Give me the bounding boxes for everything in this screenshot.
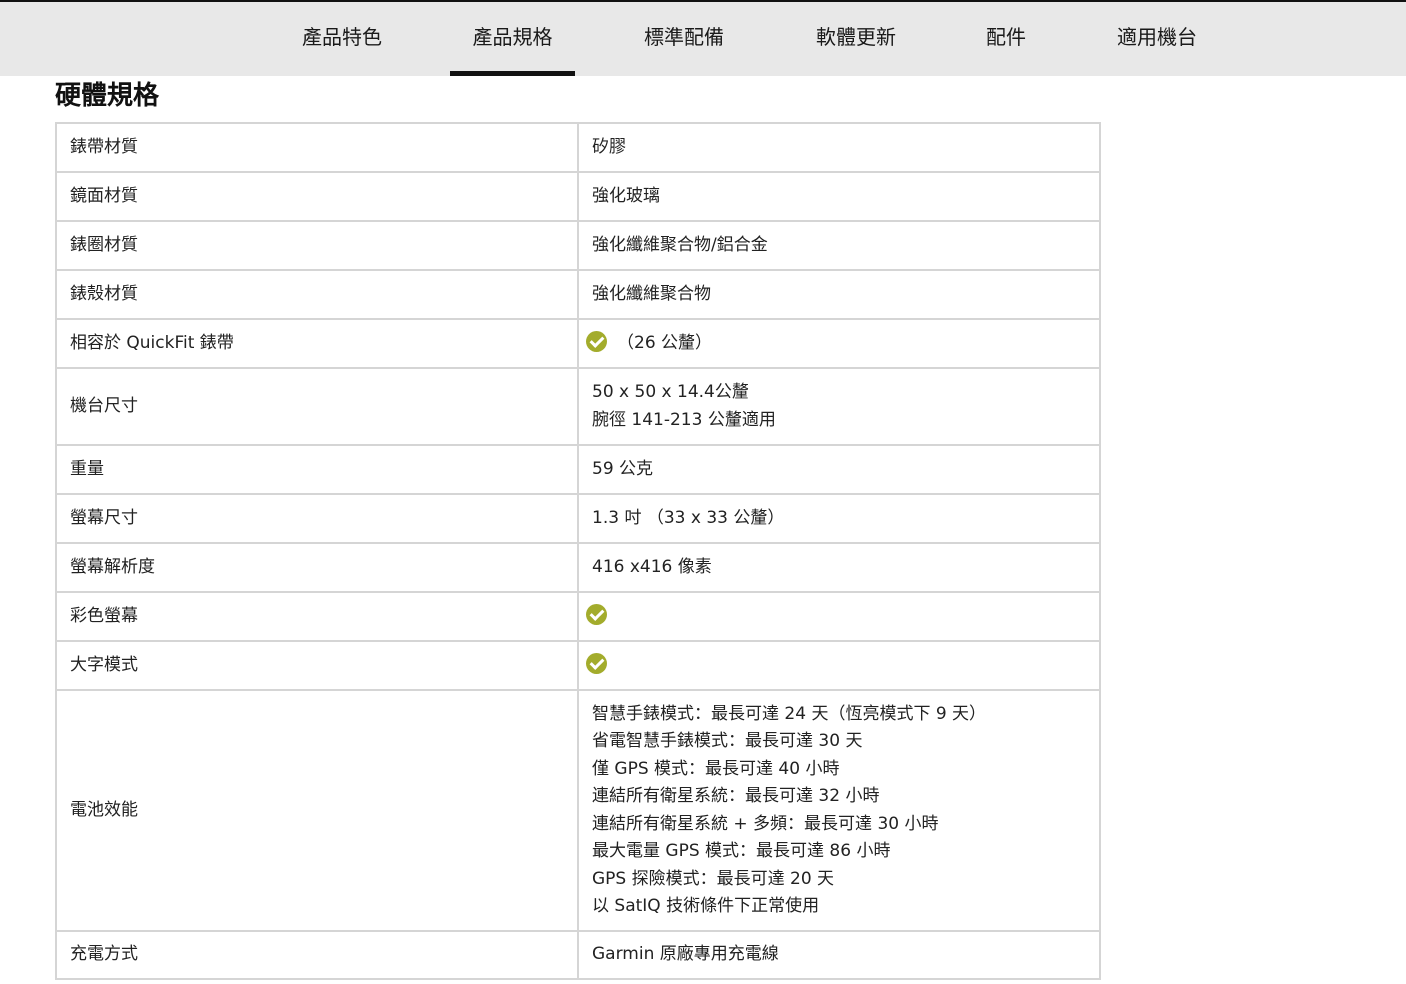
spec-value: Garmin 原廠專用充電線	[577, 930, 1101, 980]
spec-value: （26 公釐）	[577, 318, 1101, 369]
spec-label: 螢幕尺寸	[55, 493, 579, 544]
spec-row-quickfit: 相容於 QuickFit 錶帶 （26 公釐）	[55, 318, 1101, 369]
spec-value: 1.3 吋 （33 x 33 公釐）	[577, 493, 1101, 544]
spec-value-text: （26 公釐）	[617, 332, 713, 353]
spec-row-lens-material: 鏡面材質 強化玻璃	[55, 171, 1101, 222]
spec-label: 充電方式	[55, 930, 579, 980]
spec-row-strap-material: 錶帶材質 矽膠	[55, 122, 1101, 173]
spec-row-case-material: 錶殼材質 強化纖維聚合物	[55, 269, 1101, 320]
tab-compatible-devices[interactable]: 適用機台	[1105, 2, 1209, 76]
spec-label: 錶殼材質	[55, 269, 579, 320]
check-icon	[586, 652, 607, 674]
spec-row-charging: 充電方式 Garmin 原廠專用充電線	[55, 930, 1101, 980]
spec-value: 強化玻璃	[577, 171, 1101, 222]
spec-row-display-size: 螢幕尺寸 1.3 吋 （33 x 33 公釐）	[55, 493, 1101, 544]
spec-value	[577, 640, 1101, 691]
tab-specifications[interactable]: 產品規格	[450, 2, 575, 76]
tab-software-updates[interactable]: 軟體更新	[804, 2, 908, 76]
tab-accessories[interactable]: 配件	[976, 2, 1036, 76]
spec-row-bezel-material: 錶圈材質 強化纖維聚合物/鋁合金	[55, 220, 1101, 271]
spec-label: 重量	[55, 444, 579, 495]
tab-in-the-box[interactable]: 標準配備	[632, 2, 736, 76]
spec-row-display-resolution: 螢幕解析度 416 x416 像素	[55, 542, 1101, 593]
spec-value	[577, 591, 1101, 642]
tab-features[interactable]: 產品特色	[290, 2, 394, 76]
spec-label: 彩色螢幕	[55, 591, 579, 642]
spec-value: 強化纖維聚合物/鋁合金	[577, 220, 1101, 271]
spec-value-line: 最大電量 GPS 模式：最長可達 86 小時	[592, 841, 891, 861]
spec-value: 強化纖維聚合物	[577, 269, 1101, 320]
spec-value-line: GPS 探險模式：最長可達 20 天	[592, 868, 835, 889]
spec-label: 鏡面材質	[55, 171, 579, 222]
spec-label: 螢幕解析度	[55, 542, 579, 593]
spec-label: 電池效能	[55, 689, 579, 932]
spec-label: 相容於 QuickFit 錶帶	[55, 318, 579, 369]
spec-value-line: 僅 GPS 模式：最長可達 40 小時	[592, 758, 840, 779]
spec-value-line: 以 SatIQ 技術條件下正常使用	[592, 896, 820, 916]
spec-value-line: 腕徑 141-213 公釐適用	[592, 409, 776, 430]
spec-label: 大字模式	[55, 640, 579, 691]
spec-value: 59 公克	[577, 444, 1101, 495]
spec-value-line: 智慧手錶模式：最長可達 24 天（恆亮模式下 9 天）	[592, 703, 987, 724]
spec-row-dimensions: 機台尺寸 50 x 50 x 14.4公釐 腕徑 141-213 公釐適用	[55, 367, 1101, 446]
spec-value: 智慧手錶模式：最長可達 24 天（恆亮模式下 9 天） 省電智慧手錶模式：最長可…	[577, 689, 1101, 932]
spec-value-line: 連結所有衛星系統：最長可達 32 小時	[592, 786, 880, 806]
spec-row-battery-life: 電池效能 智慧手錶模式：最長可達 24 天（恆亮模式下 9 天） 省電智慧手錶模…	[55, 689, 1101, 932]
product-tab-bar: 產品特色 產品規格 標準配備 軟體更新 配件 適用機台	[0, 0, 1406, 76]
spec-value-line: 連結所有衛星系統 + 多頻：最長可達 30 小時	[592, 813, 939, 834]
spec-value-line: 省電智慧手錶模式：最長可達 30 天	[592, 731, 863, 751]
check-icon	[586, 330, 607, 352]
spec-row-weight: 重量 59 公克	[55, 444, 1101, 495]
check-icon	[586, 603, 607, 625]
spec-label: 錶帶材質	[55, 122, 579, 173]
spec-row-color-display: 彩色螢幕	[55, 591, 1101, 642]
section-title: 硬體規格	[55, 81, 160, 111]
spec-value: 50 x 50 x 14.4公釐 腕徑 141-213 公釐適用	[577, 367, 1101, 446]
spec-row-large-font-mode: 大字模式	[55, 640, 1101, 691]
spec-value-line: 50 x 50 x 14.4公釐	[592, 382, 749, 402]
spec-table: 錶帶材質 矽膠 鏡面材質 強化玻璃 錶圈材質 強化纖維聚合物/鋁合金 錶殼材質 …	[55, 122, 1101, 980]
spec-value: 416 x416 像素	[577, 542, 1101, 593]
spec-value: 矽膠	[577, 122, 1101, 173]
spec-label: 錶圈材質	[55, 220, 579, 271]
spec-label: 機台尺寸	[55, 367, 579, 446]
